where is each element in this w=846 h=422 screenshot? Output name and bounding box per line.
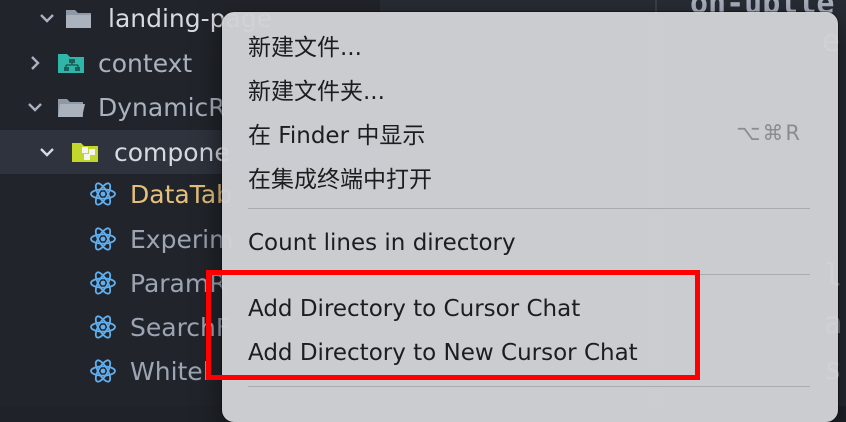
tree-item-label: Whitel bbox=[130, 356, 210, 386]
tree-item-label: Experim bbox=[130, 224, 234, 254]
folder-open-icon bbox=[66, 10, 91, 28]
react-icon bbox=[90, 315, 116, 339]
menu-item-label: 新建文件... bbox=[248, 35, 362, 61]
menu-item-label: 新建文件夹... bbox=[248, 79, 385, 105]
menu-item-count-lines[interactable]: Count lines in directory bbox=[238, 222, 822, 264]
chevron-down-icon[interactable] bbox=[38, 9, 56, 27]
highlight-box bbox=[206, 270, 700, 380]
tree-item-label: context bbox=[98, 48, 193, 78]
chevron-right-icon[interactable] bbox=[26, 54, 44, 72]
menu-item-new-folder[interactable]: 新建文件夹... bbox=[238, 68, 822, 110]
component-folder-icon bbox=[72, 143, 98, 162]
menu-separator bbox=[248, 208, 810, 209]
folder-open-icon bbox=[58, 99, 85, 117]
menu-separator bbox=[248, 386, 810, 387]
menu-item-open-in-terminal[interactable]: 在集成终端中打开 bbox=[238, 156, 822, 198]
react-icon bbox=[90, 359, 116, 383]
react-icon bbox=[90, 227, 116, 251]
menu-item-reveal-in-finder[interactable]: 在 Finder 中显示 ⌥⌘R bbox=[238, 112, 822, 154]
chevron-down-icon[interactable] bbox=[38, 143, 56, 161]
tree-item-label: DataTab bbox=[130, 179, 233, 209]
chevron-down-icon[interactable] bbox=[26, 98, 44, 116]
react-icon bbox=[90, 182, 116, 206]
tree-item-label: DynamicR bbox=[98, 92, 226, 122]
react-icon bbox=[90, 271, 116, 295]
menu-item-label: Count lines in directory bbox=[248, 230, 516, 256]
menu-item-new-file[interactable]: 新建文件... bbox=[238, 24, 822, 66]
menu-item-shortcut: ⌥⌘R bbox=[736, 121, 802, 145]
folder-tree-icon bbox=[58, 54, 84, 73]
menu-item-label: 在 Finder 中显示 bbox=[248, 123, 426, 149]
tree-item-label: compone bbox=[114, 137, 230, 167]
menu-item-label: 在集成终端中打开 bbox=[248, 167, 432, 193]
